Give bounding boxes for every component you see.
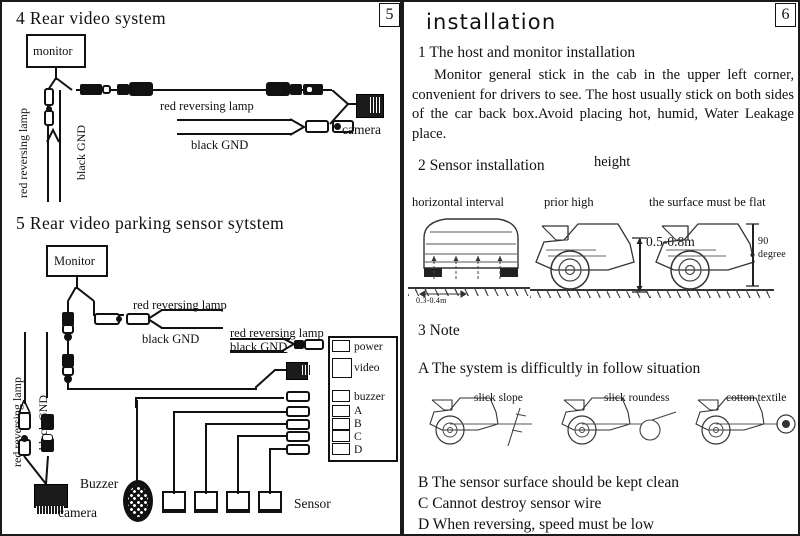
caption-surface-flat: the surface must be flat	[649, 195, 766, 209]
label-red-reversing-1-s5: red reversing lamp	[133, 298, 227, 312]
right-panel: installation 1 The host and monitor inst…	[402, 0, 800, 536]
dimension-angle-label-2: degree	[758, 249, 786, 260]
port-label-buzzer: buzzer	[354, 391, 385, 403]
port-label-power: power	[354, 341, 383, 353]
connector-video-4b	[306, 86, 313, 93]
connector-red-s4-b	[44, 110, 54, 126]
port-label-a: A	[354, 405, 363, 417]
port-label-video: video	[354, 362, 380, 374]
connector-port-a	[286, 406, 310, 417]
monitor-label-section4: monitor	[33, 44, 73, 58]
camera-pins-s4	[370, 97, 380, 113]
monitor-label-section5: Monitor	[54, 254, 95, 268]
caption-slick-slope: slick slope	[474, 392, 523, 404]
connector-port-c	[286, 431, 310, 442]
step2-heading: 2 Sensor installation	[418, 157, 545, 174]
installation-title: installation	[426, 10, 557, 34]
connector-s5-power-a	[294, 340, 304, 349]
connector-video-3	[266, 82, 290, 96]
note-d: D When reversing, speed must be low	[418, 516, 655, 533]
wire-red-s4	[177, 119, 292, 121]
caption-prior-high: prior high	[544, 195, 594, 209]
wire-black-s4	[177, 133, 292, 135]
caption-slick-roundess: slick roundess	[604, 392, 670, 404]
caption-horizontal-interval: horizontal interval	[412, 195, 504, 209]
note-b: B The sensor surface should be kept clea…	[418, 474, 679, 491]
wire-s5-camera-join	[23, 455, 49, 485]
wire-s5-far-black	[46, 332, 48, 398]
sensor-box-3	[226, 491, 250, 513]
connector-video-1b	[102, 85, 111, 94]
connector-s5-mid-dot	[116, 316, 122, 322]
step3-heading: 3 Note	[418, 322, 460, 339]
step1-body: Monitor general stick in the cab in the …	[412, 67, 794, 142]
dimension-spacing-label: 0.3-0.4m	[416, 296, 447, 305]
label-red-reversing-s4: red reversing lamp	[160, 99, 254, 113]
wire-s5-black-1	[161, 327, 223, 329]
note-a: A The system is difficultly in follow si…	[418, 360, 701, 377]
dimension-angle-label-1: 90	[758, 236, 769, 247]
note-c: C Cannot destroy sensor wire	[418, 495, 602, 512]
label-red-reversing-2-s5: red reversing lamp	[230, 326, 324, 340]
label-red-reversing-vertical-s4: red reversing lamp	[16, 108, 30, 198]
connector-dot-s4	[46, 106, 52, 112]
camera-label-s5: camera	[58, 505, 97, 520]
wire-s5-video-run	[67, 388, 257, 390]
label-black-gnd-2-s5: black GND	[230, 340, 288, 354]
port-slot-b	[332, 418, 350, 430]
sensor-label: Sensor	[294, 496, 331, 511]
section-5-heading: 5 Rear video parking sensor sytstem	[16, 213, 285, 233]
port-label-c: C	[354, 431, 362, 443]
wire-merge-s4	[46, 128, 60, 143]
port-label-d: D	[354, 444, 363, 456]
connector-port-b	[286, 419, 310, 430]
page-number-right: 6	[775, 3, 796, 27]
page-number-left: 5	[379, 3, 400, 27]
connector-s5-far-red	[18, 412, 31, 430]
port-slot-video	[332, 358, 352, 378]
connector-s5-far-black	[41, 414, 54, 430]
wire-buzzer	[136, 400, 138, 482]
connector-s5-far-black-ring	[42, 434, 53, 441]
label-black-gnd-1-s5: black GND	[142, 332, 200, 346]
left-panel: 4 Rear video system monitor red reversin…	[0, 0, 402, 536]
buzzer-icon	[123, 480, 153, 522]
connector-s5-far-red-dot	[21, 435, 28, 442]
label-black-gnd-vertical-s4: black GND	[74, 125, 88, 180]
car-side-illustration-1	[535, 223, 635, 290]
sensor-box-1	[162, 491, 186, 513]
connector-port-buzzer	[286, 391, 310, 402]
connector-port-d	[286, 444, 310, 455]
sensor-box-4	[258, 491, 282, 513]
port-label-b: B	[354, 418, 362, 430]
connector-red-s4-a	[44, 88, 54, 106]
label-black-gnd-s4: black GND	[191, 138, 249, 152]
connector-s5-mid-b	[126, 313, 150, 325]
step2-heading-extra: height	[594, 154, 631, 170]
camera-label-s4: camera	[342, 122, 381, 137]
sensor-box-2	[194, 491, 218, 513]
buzzer-label: Buzzer	[80, 476, 119, 491]
section-4-heading: 4 Rear video system	[16, 8, 167, 28]
ground-line-3	[650, 289, 774, 299]
connector-video-2b	[129, 82, 153, 96]
wire-s5-far-red	[24, 332, 26, 404]
port-slot-c	[332, 430, 350, 442]
connector-video-1	[80, 84, 102, 95]
port-slot-buzzer	[332, 390, 350, 402]
port-slot-d	[332, 443, 350, 455]
port-slot-a	[332, 405, 350, 417]
wire-black-vertical-s4	[59, 90, 61, 202]
step1-heading: 1 The host and monitor installation	[418, 44, 636, 61]
connector-video-2	[117, 84, 129, 95]
port-slot-power	[332, 340, 350, 352]
connector-video-3b	[290, 84, 302, 95]
caption-cotton-textile: cotton textile	[726, 392, 787, 404]
connector-port-video-pins	[302, 365, 310, 375]
car-rear-illustration	[423, 218, 519, 280]
manual-page: 4 Rear video system monitor red reversin…	[0, 0, 800, 536]
